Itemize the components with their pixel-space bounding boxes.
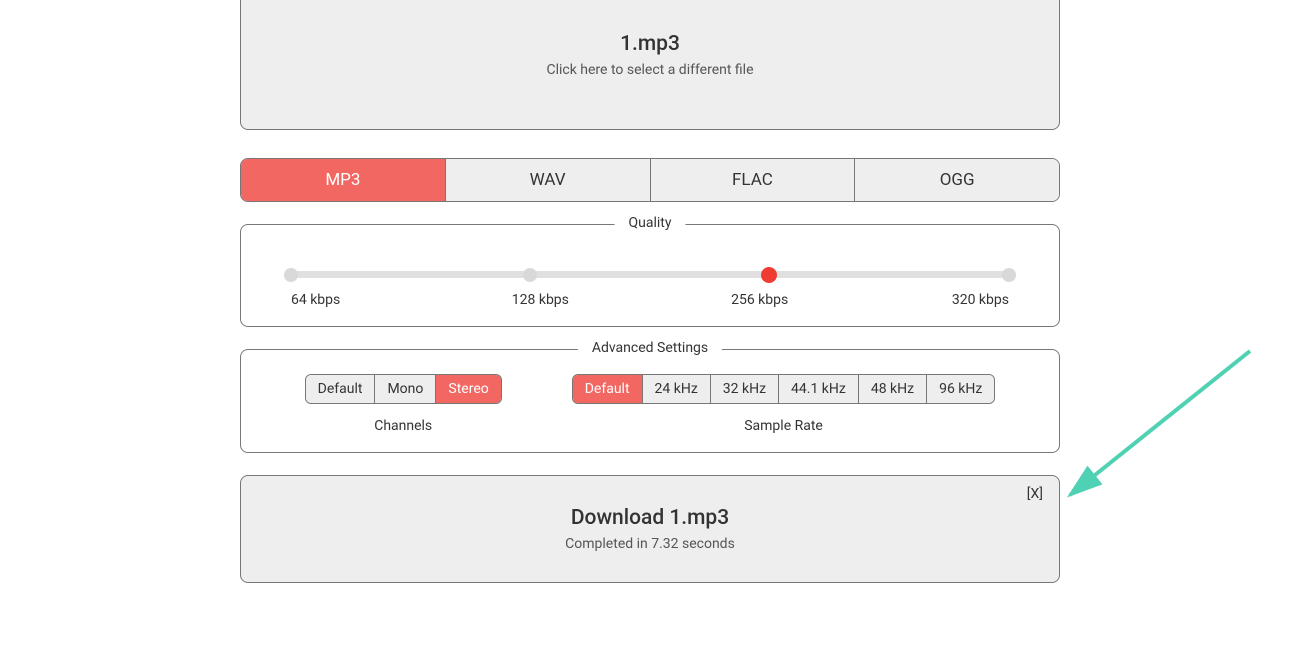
samplerate-label: Sample Rate <box>572 418 996 434</box>
quality-label-256: 256 kbps <box>730 292 790 308</box>
sample-32[interactable]: 32 kHz <box>711 375 779 403</box>
quality-legend: Quality <box>615 215 686 231</box>
channels-group: Default Mono Stereo Channels <box>305 374 502 434</box>
quality-label-128: 128 kbps <box>510 292 570 308</box>
quality-label-64: 64 kbps <box>291 292 351 308</box>
tab-wav[interactable]: WAV <box>446 159 651 201</box>
download-status: Completed in 7.32 seconds <box>261 536 1039 552</box>
samplerate-group: Default 24 kHz 32 kHz 44.1 kHz 48 kHz 96… <box>572 374 996 434</box>
tab-flac[interactable]: FLAC <box>651 159 856 201</box>
tab-mp3[interactable]: MP3 <box>241 159 446 201</box>
quality-label-320: 320 kbps <box>949 292 1009 308</box>
samplerate-pills: Default 24 kHz 32 kHz 44.1 kHz 48 kHz 96… <box>572 374 996 404</box>
quality-labels: 64 kbps 128 kbps 256 kbps 320 kbps <box>291 292 1009 308</box>
quality-slider[interactable] <box>291 271 1009 278</box>
slider-stop-256[interactable] <box>761 267 777 283</box>
format-tabs: MP3 WAV FLAC OGG <box>240 158 1060 202</box>
sample-44[interactable]: 44.1 kHz <box>779 375 859 403</box>
channels-label: Channels <box>305 418 502 434</box>
advanced-fieldset: Advanced Settings Default Mono Stereo Ch… <box>240 349 1060 453</box>
channels-pills: Default Mono Stereo <box>305 374 502 404</box>
sample-default[interactable]: Default <box>573 375 643 403</box>
file-name: 1.mp3 <box>261 32 1039 56</box>
download-panel[interactable]: [X] Download 1.mp3 Completed in 7.32 sec… <box>240 475 1060 583</box>
channels-mono[interactable]: Mono <box>375 375 436 403</box>
slider-stop-320[interactable] <box>1002 268 1016 282</box>
channels-stereo[interactable]: Stereo <box>436 375 500 403</box>
slider-stop-128[interactable] <box>523 268 537 282</box>
slider-stop-64[interactable] <box>284 268 298 282</box>
sample-24[interactable]: 24 kHz <box>643 375 711 403</box>
sample-96[interactable]: 96 kHz <box>927 375 994 403</box>
slider-track <box>291 271 1009 278</box>
download-title: Download 1.mp3 <box>261 506 1039 530</box>
tab-ogg[interactable]: OGG <box>855 159 1059 201</box>
channels-default[interactable]: Default <box>306 375 376 403</box>
quality-fieldset: Quality 64 kbps 128 kbps 256 kbps 320 kb… <box>240 224 1060 327</box>
close-icon[interactable]: [X] <box>1027 486 1043 502</box>
file-hint: Click here to select a different file <box>261 62 1039 78</box>
annotation-arrow-icon <box>1050 345 1270 515</box>
advanced-legend: Advanced Settings <box>578 340 722 356</box>
sample-48[interactable]: 48 kHz <box>859 375 927 403</box>
file-drop-panel[interactable]: 1.mp3 Click here to select a different f… <box>240 0 1060 130</box>
